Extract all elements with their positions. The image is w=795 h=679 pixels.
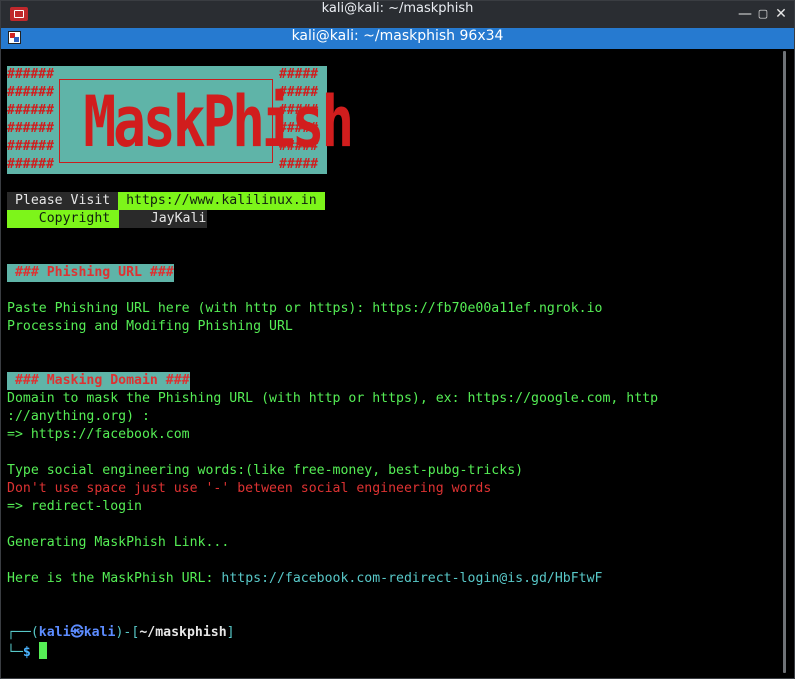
tab-bar[interactable]: kali@kali: ~/maskphish 96x34 [1,28,794,49]
result-line: Here is the MaskPhish URL: https://faceb… [7,570,775,588]
copyright-value: JayKali [119,210,239,228]
copyright-line: Copyright JayKali [7,210,775,228]
prompt-line-1: ┌──(kali㉿kali)-[~/maskphish] [7,624,775,642]
social-answer: => redirect-login [7,499,142,514]
masking-answer: => https://facebook.com [7,427,190,442]
phishing-header: ### Phishing URL ### [7,264,174,282]
masking-question-2: ://anything.org) : [7,409,150,424]
minimize-icon[interactable]: — [737,6,753,22]
social-warning: Don't use space just use '-' between soc… [7,481,492,496]
terminal-window: kali@kali: ~/maskphish — ▢ ✕ kali@kali: … [0,0,795,679]
copyright-label: Copyright [7,210,119,228]
prompt-at: ㉿ [70,625,84,640]
masking-question-1: Domain to mask the Phishing URL (with ht… [7,391,659,406]
processing-line: Processing and Modifing Phishing URL [7,319,293,334]
result-label: Here is the MaskPhish URL: [7,571,222,586]
window-title: kali@kali: ~/maskphish [321,1,474,16]
maskphish-banner: ###### ###### ###### ###### ###### #####… [7,66,354,174]
prompt-host: kali [83,625,116,640]
prompt-corner-top: ┌──( [7,625,39,640]
prompt-dir: ~/maskphish [139,625,227,640]
banner-title: MaskPhish [83,81,354,163]
banner-title-box: MaskPhish [59,79,354,163]
banner-hash-left: ###### ###### ###### ###### ###### #####… [7,67,54,172]
generating-line: Generating MaskPhish Link... [7,535,230,550]
prompt-dollar: $ [22,645,39,660]
prompt-corner-bottom: └─ [7,645,23,660]
prompt-close: ] [226,625,235,640]
prompt-mid: )-[ [115,625,140,640]
text-cursor[interactable] [38,642,47,659]
prompt-line-2[interactable]: └─$ [7,642,775,660]
visit-url: https://www.kalilinux.in [118,192,325,210]
result-url[interactable]: https://facebook.com-redirect-login@is.g… [221,571,602,586]
masking-header: ### Masking Domain ### [7,372,190,390]
masking-header-line: ### Masking Domain ### [7,372,775,390]
tab-title: kali@kali: ~/maskphish 96x34 [291,28,504,44]
phishing-prompt: Paste Phishing URL here (with http or ht… [7,301,603,316]
close-icon[interactable]: ✕ [773,6,789,22]
maximize-icon[interactable]: ▢ [755,6,771,22]
visit-label: Please Visit [7,192,119,210]
visit-line: Please Visit https://www.kalilinux.in [7,192,775,210]
social-question: Type social engineering words:(like free… [7,463,524,478]
title-bar[interactable]: kali@kali: ~/maskphish — ▢ ✕ [1,1,794,28]
scrollbar[interactable] [783,51,786,673]
phishing-header-line: ### Phishing URL ### [7,264,775,282]
prompt-user: kali [38,625,71,640]
terminal-output[interactable]: ###### ###### ###### ###### ###### #####… [7,66,775,666]
